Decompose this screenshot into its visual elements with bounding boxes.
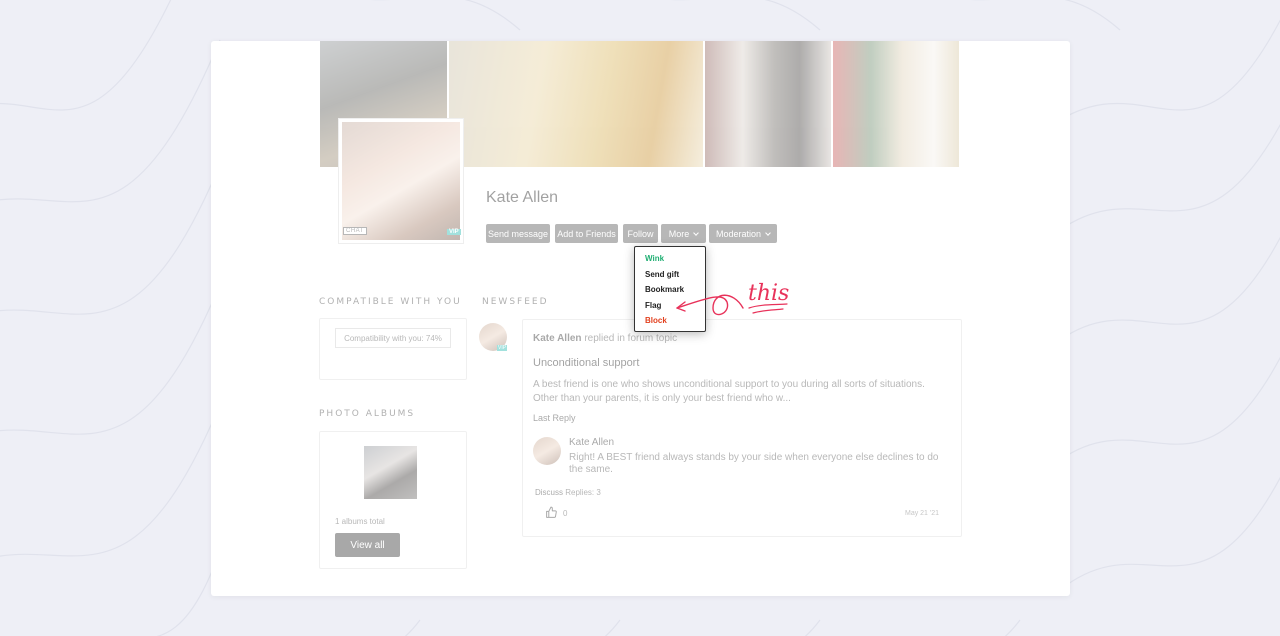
menu-item-wink[interactable]: Wink <box>645 254 664 263</box>
compatible-title: COMPATIBLE WITH YOU <box>319 297 462 307</box>
follow-label: Follow <box>627 228 654 239</box>
profile-avatar[interactable] <box>339 119 463 243</box>
post-date: May 21 '21 <box>905 510 940 517</box>
more-button[interactable]: More <box>661 224 706 243</box>
compatibility-text: Compatibility with you: 74% <box>335 328 451 348</box>
replies-count: Replies: 3 <box>565 488 601 497</box>
cover-photo[interactable] <box>833 41 959 167</box>
chevron-down-icon <box>693 229 700 236</box>
view-all-button[interactable]: View all <box>335 533 400 557</box>
topic-excerpt-line2: Other than your parents, it is only your… <box>533 393 791 404</box>
chat-badge[interactable]: CHAT <box>343 227 367 235</box>
discuss-link[interactable]: Discuss <box>535 488 563 497</box>
albums-total: 1 albums total <box>335 517 385 526</box>
discuss-row: Discuss Replies: 3 <box>535 488 601 497</box>
annotation-text: this <box>748 281 790 306</box>
follow-button[interactable]: Follow <box>623 224 658 243</box>
profile-name: Kate Allen <box>486 189 559 206</box>
menu-item-block[interactable]: Block <box>645 316 667 325</box>
feed-action[interactable]: replied in forum topic <box>584 333 677 344</box>
chevron-down-icon <box>765 229 771 236</box>
more-label: More <box>668 228 690 239</box>
reply-avatar[interactable] <box>533 437 561 465</box>
likes-count: 0 <box>563 509 568 518</box>
feed-item <box>522 319 962 537</box>
menu-item-send-gift[interactable]: Send gift <box>645 270 679 279</box>
moderation-label: Moderation <box>715 228 762 239</box>
reply-author[interactable]: Kate Allen <box>569 437 614 448</box>
cover-photo[interactable] <box>705 41 831 167</box>
feed-header: Kate Allen replied in forum topic <box>533 333 677 344</box>
last-reply-label: Last Reply <box>533 413 576 423</box>
newsfeed-title: NEWSFEED <box>482 297 549 307</box>
topic-excerpt-line1: A best friend is one who shows unconditi… <box>533 379 925 390</box>
moderation-button[interactable]: Moderation <box>709 224 777 243</box>
add-to-friends-label: Add to Friends <box>557 228 616 239</box>
send-message-button[interactable]: Send message <box>486 224 550 243</box>
thumbs-up-icon[interactable] <box>545 506 558 519</box>
feed-vip-badge: VIP <box>497 345 508 351</box>
send-message-label: Send message <box>487 228 549 239</box>
reply-text-line1: Right! A BEST friend always stands by yo… <box>569 452 939 463</box>
topic-title[interactable]: Unconditional support <box>533 357 639 369</box>
album-thumbnail[interactable] <box>364 446 417 499</box>
cover-photo[interactable] <box>449 41 703 167</box>
profile-card: CHAT VIP Kate Allen Send message Add to … <box>211 41 1070 596</box>
reply-text-line2: the same. <box>569 464 613 475</box>
add-to-friends-button[interactable]: Add to Friends <box>555 224 618 243</box>
feed-author[interactable]: Kate Allen <box>533 333 582 344</box>
menu-item-flag[interactable]: Flag <box>645 301 661 310</box>
albums-title: PHOTO ALBUMS <box>319 409 416 419</box>
vip-badge: VIP <box>447 229 461 235</box>
